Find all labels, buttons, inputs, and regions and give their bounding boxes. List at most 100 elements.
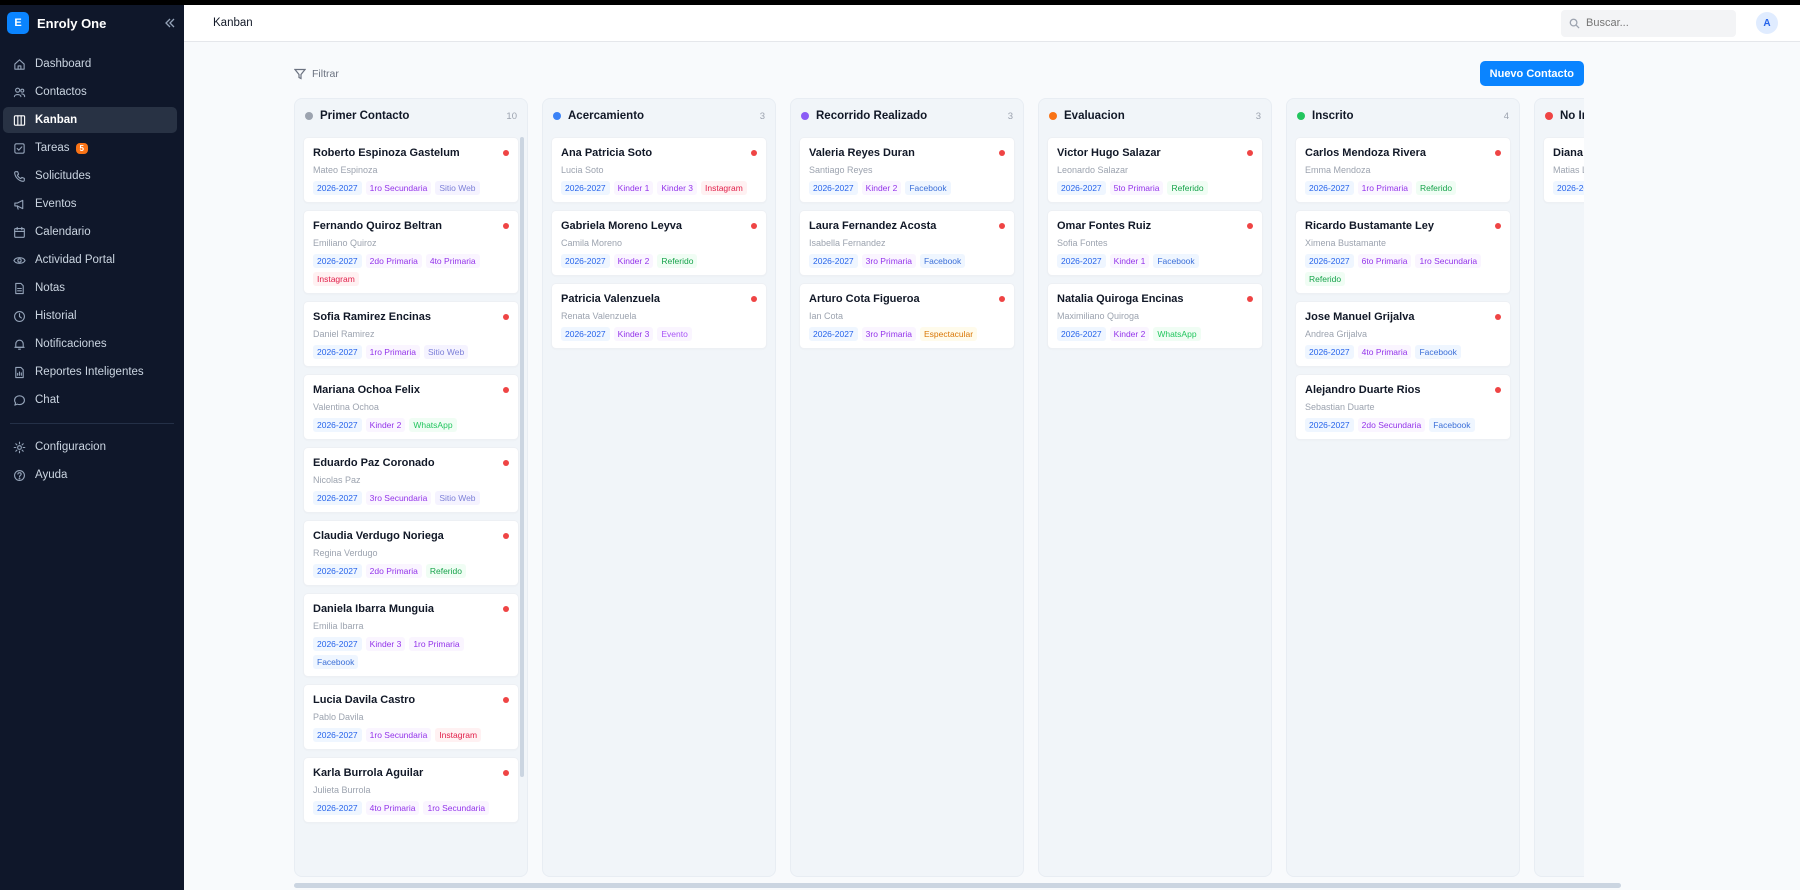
contact-card[interactable]: Lucia Davila Castro Pablo Davila 2026-2027… xyxy=(303,684,519,750)
help-icon xyxy=(14,469,25,481)
chat-icon xyxy=(14,394,25,406)
tag-grade: 2do Secundaria xyxy=(1357,418,1426,432)
filter-button[interactable]: Filtrar xyxy=(294,68,339,80)
contact-card[interactable]: Arturo Cota Figueroa Ian Cota 2026-2027 3ro… xyxy=(799,283,1015,349)
contact-card[interactable]: Omar Fontes Ruiz Sofia Fontes 2026-2027 Kin… xyxy=(1047,210,1263,276)
megaphone-icon xyxy=(14,199,24,210)
contact-card[interactable]: Karla Burrola Aguilar Julieta Burrola 2026… xyxy=(303,757,519,823)
sidebar-item-dashboard[interactable]: Dashboard xyxy=(3,51,177,77)
filter-icon xyxy=(294,68,306,79)
contact-card[interactable]: Eduardo Paz Coronado Nicolas Paz 2026-2027… xyxy=(303,447,519,513)
contact-card[interactable]: Carlos Mendoza Rivera Emma Mendoza 2026-20… xyxy=(1295,137,1511,203)
column-title: Evaluacion xyxy=(1064,110,1125,122)
priority-dot xyxy=(751,296,757,302)
gear-icon xyxy=(13,441,26,453)
card-tags: 2026-2027 6to Primaria 1ro Secundaria Refer… xyxy=(1305,254,1501,286)
column-scrollbar[interactable] xyxy=(520,137,524,777)
user-avatar[interactable]: A xyxy=(1756,12,1778,34)
contact-card[interactable]: Diana Celeste Luna Matias Luna 2026-2027Ki… xyxy=(1543,137,1584,203)
contact-name: Jose Manuel Grijalva xyxy=(1305,311,1415,323)
tag-year: 2026-2027 xyxy=(1305,345,1354,359)
contact-card[interactable]: Laura Fernandez Acosta Isabella Fernandez… xyxy=(799,210,1015,276)
tag-year: 2026-2027 xyxy=(561,327,610,341)
sidebar-item-chat[interactable]: Chat xyxy=(3,387,177,413)
card-tags: 2026-2027 4to Primaria Facebook xyxy=(1305,345,1501,359)
card-tags: 2026-2027 3ro Primaria Espectacular xyxy=(809,327,1005,341)
contact-card[interactable]: Patricia Valenzuela Renata Valenzuela 2026… xyxy=(551,283,767,349)
tag-grade: Kinder 2 xyxy=(613,254,654,268)
brand-logo: E xyxy=(7,12,29,34)
top-header: Kanban A xyxy=(184,5,1800,42)
contact-name: Victor Hugo Salazar xyxy=(1057,147,1161,159)
sidebar-item-calendario[interactable]: Calendario xyxy=(3,219,177,245)
sidebar-item-kanban[interactable]: Kanban xyxy=(3,107,177,133)
sidebar-item-eventos[interactable]: Eventos xyxy=(3,191,177,217)
kanban-column-acercamiento: Acercamiento 3 Ana Patricia Soto Lucia Soto… xyxy=(542,98,776,877)
student-name: Sebastian Duarte xyxy=(1305,402,1375,412)
student-name: Emilia Ibarra xyxy=(313,621,364,631)
contact-card[interactable]: Gabriela Moreno Leyva Camila Moreno 2026-2… xyxy=(551,210,767,276)
tag-grade: Kinder 1 xyxy=(613,181,654,195)
contact-card[interactable]: Alejandro Duarte Rios Sebastian Duarte 202… xyxy=(1295,374,1511,440)
sidebar-item-historial[interactable]: Historial xyxy=(3,303,177,329)
student-name: Matias Luna xyxy=(1553,165,1584,175)
brand: E Enroly One xyxy=(0,5,184,41)
contact-name: Ana Patricia Soto xyxy=(561,147,653,159)
contact-card[interactable]: Mariana Ochoa Felix Valentina Ochoa 2026-2… xyxy=(303,374,519,440)
contact-card[interactable]: Fernando Quiroz Beltran Emiliano Quiroz 20… xyxy=(303,210,519,294)
sidebar-item-notas[interactable]: Notas xyxy=(3,275,177,301)
contact-name: Valeria Reyes Duran xyxy=(809,147,915,159)
card-tags: 2026-2027 1ro Primaria Referido xyxy=(1305,181,1501,195)
column-header: No Inscrito xyxy=(1535,99,1584,133)
column-status-dot xyxy=(1297,112,1305,120)
tag-year: 2026-2027 xyxy=(1057,327,1106,341)
priority-dot xyxy=(1495,150,1501,156)
student-name: Daniel Ramirez xyxy=(313,329,375,339)
contact-card[interactable]: Ana Patricia Soto Lucia Soto 2026-2027 Kind… xyxy=(551,137,767,203)
contact-card[interactable]: Ricardo Bustamante Ley Ximena Bustamante 2… xyxy=(1295,210,1511,294)
contact-card[interactable]: Victor Hugo Salazar Leonardo Salazar 2026-… xyxy=(1047,137,1263,203)
contact-card[interactable]: Natalia Quiroga Encinas Maximiliano Quiro… xyxy=(1047,283,1263,349)
brand-name: Enroly One xyxy=(37,15,107,31)
collapse-sidebar-icon[interactable] xyxy=(163,16,177,30)
contact-name: Ricardo Bustamante Ley xyxy=(1305,220,1434,232)
contact-card[interactable]: Daniela Ibarra Munguia Emilia Ibarra 2026-… xyxy=(303,593,519,677)
search-input[interactable] xyxy=(1586,17,1726,29)
tag-grade: 1ro Secundaria xyxy=(1415,254,1482,268)
sidebar-item-tareas[interactable]: Tareas 5 xyxy=(3,135,177,161)
sidebar-item-solicitudes[interactable]: Solicitudes xyxy=(3,163,177,189)
sidebar-item-contactos[interactable]: Contactos xyxy=(3,79,177,105)
tag-year: 2026-2027 xyxy=(313,345,362,359)
column-status-dot xyxy=(305,112,313,120)
column-count: 3 xyxy=(1255,110,1261,122)
sidebar-item-notificaciones[interactable]: Notificaciones xyxy=(3,331,177,357)
contact-card[interactable]: Roberto Espinoza Gastelum Mateo Espinoza 2… xyxy=(303,137,519,203)
student-name: Julieta Burrola xyxy=(313,785,371,795)
card-tags: 2026-2027 1ro Secundaria Instagram xyxy=(313,728,509,742)
tag-year: 2026-2027 xyxy=(1057,181,1106,195)
sidebar-item-reportes-inteligentes[interactable]: Reportes Inteligentes xyxy=(3,359,177,385)
student-name: Pablo Davila xyxy=(313,712,364,722)
tag-grade: 4to Primaria xyxy=(1357,345,1412,359)
student-name: Emma Mendoza xyxy=(1305,165,1371,175)
column-title: Acercamiento xyxy=(568,110,645,122)
priority-dot xyxy=(503,387,509,393)
contact-card[interactable]: Sofia Ramirez Encinas Daniel Ramirez 2026-… xyxy=(303,301,519,367)
sidebar-item-actividad-portal[interactable]: Actividad Portal xyxy=(3,247,177,273)
sidebar-item-ayuda[interactable]: Ayuda xyxy=(3,462,177,488)
search-box[interactable] xyxy=(1561,9,1736,37)
column-header: Acercamiento 3 xyxy=(543,99,775,133)
new-contact-button[interactable]: Nuevo Contacto xyxy=(1479,61,1584,86)
tag-grade: Kinder 2 xyxy=(861,181,902,195)
contact-card[interactable]: Valeria Reyes Duran Santiago Reyes 2026-20… xyxy=(799,137,1015,203)
tag-grade: 3ro Primaria xyxy=(861,254,916,268)
tag-year: 2026-2027 xyxy=(561,254,610,268)
contact-card[interactable]: Jose Manuel Grijalva Andrea Grijalva 2026-… xyxy=(1295,301,1511,367)
tag-insta: Instagram xyxy=(701,181,747,195)
card-tags: 2026-2027 3ro Secundaria Sitio Web xyxy=(313,491,509,505)
horizontal-scrollbar[interactable] xyxy=(294,883,1621,888)
tag-grade: 6to Primaria xyxy=(1357,254,1412,268)
tag-year: 2026-2027 xyxy=(809,181,858,195)
sidebar-item-configuracion[interactable]: Configuracion xyxy=(3,434,177,460)
contact-card[interactable]: Claudia Verdugo Noriega Regina Verdugo 202… xyxy=(303,520,519,586)
